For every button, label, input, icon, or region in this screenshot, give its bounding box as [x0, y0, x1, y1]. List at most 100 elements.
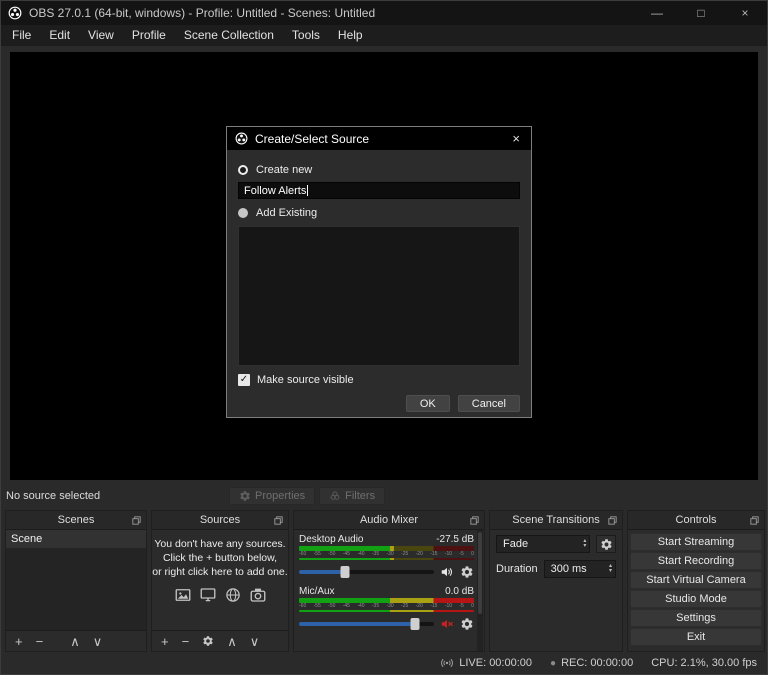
globe-icon: [224, 586, 242, 604]
add-source-button[interactable]: +: [161, 635, 169, 648]
volume-meter: [299, 598, 474, 603]
obs-window: OBS 27.0.1 (64-bit, windows) - Profile: …: [0, 0, 768, 675]
duration-label: Duration: [496, 563, 538, 575]
live-status: LIVE: 00:00:00: [440, 656, 532, 670]
mixer-channel-desktop-audio: Desktop Audio -27.5 dB -60 -55 -50 -45 -40 -3…: [299, 534, 474, 579]
settings-button[interactable]: Settings: [630, 609, 762, 627]
source-name-input[interactable]: Follow Alerts: [238, 182, 520, 199]
duration-spinbox[interactable]: 300 ms ▴ ▾: [543, 560, 616, 578]
mixer-scrollbar[interactable]: [477, 530, 483, 651]
add-existing-label: Add Existing: [256, 206, 318, 219]
move-source-up-button[interactable]: ∧: [227, 635, 237, 648]
existing-sources-list[interactable]: [238, 226, 520, 366]
studio-mode-button[interactable]: Studio Mode: [630, 590, 762, 608]
scene-list-item[interactable]: Scene: [6, 530, 146, 548]
sources-dock-title: Sources: [199, 514, 241, 526]
create-new-option[interactable]: Create new: [238, 162, 520, 177]
menu-item-tools[interactable]: Tools: [283, 25, 329, 46]
sources-dock: Sources You don't have any sources. Clic…: [151, 510, 289, 652]
add-scene-button[interactable]: +: [15, 635, 23, 648]
close-button[interactable]: ×: [723, 1, 767, 25]
exit-button[interactable]: Exit: [630, 628, 762, 646]
live-timer: LIVE: 00:00:00: [459, 657, 533, 669]
scenes-dock-title: Scenes: [57, 514, 95, 526]
make-source-visible-option[interactable]: ✓ Make source visible: [238, 374, 520, 386]
title-bar: OBS 27.0.1 (64-bit, windows) - Profile: …: [1, 1, 767, 25]
move-scene-up-button[interactable]: ∧: [70, 635, 80, 648]
volume-slider-handle[interactable]: [410, 618, 420, 630]
popout-icon[interactable]: [749, 515, 760, 526]
move-source-down-button[interactable]: ∨: [250, 635, 260, 648]
menu-item-help[interactable]: Help: [329, 25, 372, 46]
scenes-dock: Scenes Scene + − ∧ ∨: [5, 510, 147, 652]
scene-transitions-dock: Scene Transitions Fade ▴ ▾ Duration 300 …: [489, 510, 623, 652]
create-select-source-dialog: Create/Select Source × Create new Follow…: [226, 126, 532, 418]
channel-name: Desktop Audio: [299, 534, 364, 545]
cpu-fps-status: CPU: 2.1%, 30.00 fps: [651, 657, 757, 669]
popout-icon[interactable]: [607, 515, 618, 526]
camera-icon: [249, 586, 267, 604]
transition-selected-value: Fade: [503, 538, 529, 550]
rec-status: ● REC: 00:00:00: [550, 657, 633, 669]
add-existing-option[interactable]: Add Existing: [238, 205, 520, 220]
filters-button[interactable]: Filters: [319, 487, 386, 505]
gear-icon[interactable]: [460, 617, 474, 631]
volume-meter-peak: [299, 610, 474, 612]
spinbox-arrows-icon[interactable]: ▴ ▾: [609, 563, 612, 574]
cancel-button[interactable]: Cancel: [457, 395, 520, 412]
checkbox-checked-icon[interactable]: ✓: [238, 374, 250, 386]
monitor-icon: [199, 586, 217, 604]
maximize-button[interactable]: □: [679, 1, 723, 25]
menu-item-file[interactable]: File: [3, 25, 40, 46]
radio-unselected-icon[interactable]: [238, 207, 248, 218]
meter-scale: -60 -55 -50 -45 -40 -35 -30 -25 -20 -15 -10 -5 0: [299, 603, 474, 609]
text-caret: [307, 185, 309, 196]
start-recording-button[interactable]: Start Recording: [630, 552, 762, 570]
menu-item-scene-collection[interactable]: Scene Collection: [175, 25, 283, 46]
menu-item-view[interactable]: View: [79, 25, 123, 46]
move-scene-down-button[interactable]: ∨: [93, 635, 103, 648]
dialog-title: Create/Select Source: [255, 131, 370, 146]
source-properties-button[interactable]: [202, 635, 214, 647]
source-toolbar: No source selected Properties Filters: [1, 484, 767, 508]
volume-slider[interactable]: [299, 566, 434, 578]
gear-icon[interactable]: [460, 565, 474, 579]
menu-item-profile[interactable]: Profile: [123, 25, 175, 46]
transitions-dock-title: Scene Transitions: [512, 514, 600, 526]
channel-name: Mic/Aux: [299, 586, 335, 597]
audio-mixer-dock-title: Audio Mixer: [359, 514, 419, 526]
start-streaming-button[interactable]: Start Streaming: [630, 533, 762, 551]
gear-icon: [202, 635, 214, 647]
remove-scene-button[interactable]: −: [36, 635, 44, 648]
speaker-muted-icon[interactable]: [440, 617, 454, 631]
popout-icon[interactable]: [273, 515, 284, 526]
transition-properties-button[interactable]: [596, 535, 616, 553]
volume-slider-handle[interactable]: [340, 566, 350, 578]
channel-db-value: -27.5 dB: [436, 534, 474, 545]
audio-mixer-dock: Audio Mixer Desktop Audio -27.5 dB -60 -5…: [293, 510, 485, 652]
ok-button[interactable]: OK: [405, 395, 450, 412]
dialog-close-button[interactable]: ×: [509, 131, 523, 146]
scene-list[interactable]: Scene: [6, 530, 146, 630]
window-controls: — □ ×: [635, 1, 767, 25]
sources-empty-message: You don't have any sources. Click the + …: [152, 538, 288, 578]
make-source-visible-label: Make source visible: [257, 374, 354, 386]
start-virtual-camera-button[interactable]: Start Virtual Camera: [630, 571, 762, 589]
popout-icon[interactable]: [131, 515, 142, 526]
gear-icon: [600, 538, 613, 551]
speaker-icon[interactable]: [440, 565, 454, 579]
obs-logo-icon: [235, 132, 248, 145]
popout-icon[interactable]: [469, 515, 480, 526]
menu-item-edit[interactable]: Edit: [40, 25, 79, 46]
properties-button[interactable]: Properties: [229, 487, 316, 505]
radio-selected-icon[interactable]: [238, 164, 248, 175]
volume-slider[interactable]: [299, 618, 434, 630]
controls-dock: Controls Start Streaming Start Recording…: [627, 510, 765, 652]
properties-label: Properties: [255, 490, 306, 502]
remove-source-button[interactable]: −: [182, 635, 190, 648]
rec-timer: REC: 00:00:00: [561, 657, 634, 669]
filter-icon: [329, 490, 341, 502]
minimize-button[interactable]: —: [635, 1, 679, 25]
meter-scale: -60 -55 -50 -45 -40 -35 -30 -25 -20 -15 -10 -5 0: [299, 551, 474, 557]
transition-select[interactable]: Fade ▴ ▾: [496, 535, 591, 553]
